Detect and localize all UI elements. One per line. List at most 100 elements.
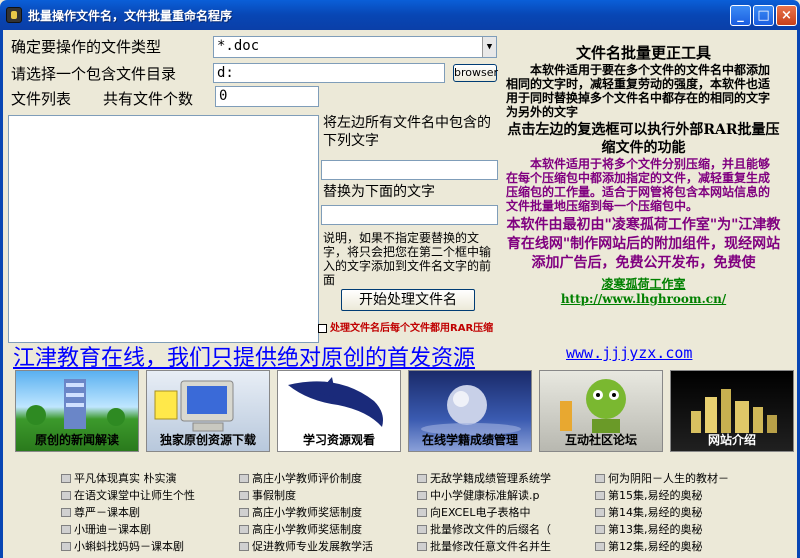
checkbox-box[interactable] xyxy=(318,323,327,333)
document-icon xyxy=(61,508,71,517)
find-text-input[interactable] xyxy=(321,160,498,180)
list-item[interactable]: 小蝌蚪找妈妈－课本剧 xyxy=(61,538,231,555)
list-item[interactable]: 向EXCEL电子表格中 xyxy=(417,504,587,521)
link-text: 第13集,易经的奥秘 xyxy=(608,523,703,536)
document-icon xyxy=(417,525,427,534)
info-paragraph-3: 本软件由最初由"凌寒孤荷工作室"为"江津教育在线网"制作网站后的附加组件，现经网… xyxy=(506,217,781,271)
link-text: 促进教师专业发展教学活 xyxy=(252,540,373,553)
list-item[interactable]: 平凡体现真实 朴实演 xyxy=(61,470,231,487)
link-text: 高庄小学教师奖惩制度 xyxy=(252,523,362,536)
link-column-4: 何为阴阳－人生的教材－ 第15集,易经的奥秘 第14集,易经的奥秘 第13集,易… xyxy=(595,470,765,555)
link-text: 小蝌蚪找妈妈－课本剧 xyxy=(74,540,184,553)
link-text: 中小学健康标准解读.p xyxy=(430,489,540,502)
link-text: 批量修改任意文件名并生 xyxy=(430,540,551,553)
document-icon xyxy=(595,525,605,534)
link-text: 尊严－课本剧 xyxy=(74,506,140,519)
link-text: 事假制度 xyxy=(252,489,296,502)
maximize-button[interactable]: □ xyxy=(753,5,774,26)
link-column-3: 无敌学籍成绩管理系统学 中小学健康标准解读.p 向EXCEL电子表格中 批量修改… xyxy=(417,470,587,555)
info-paragraph-2: 本软件适用于将多个文件分别压缩，并且能够在每个压缩包中都添加指定的文件，减轻重复… xyxy=(506,157,771,213)
studio-url-link[interactable]: http://www.lhghroom.cn/ xyxy=(505,292,782,306)
document-icon xyxy=(595,542,605,551)
document-icon xyxy=(61,525,71,534)
list-item[interactable]: 事假制度 xyxy=(239,487,409,504)
document-icon xyxy=(239,525,249,534)
link-text: 向EXCEL电子表格中 xyxy=(430,506,531,519)
link-text: 批量修改文件的后缀名（ xyxy=(430,523,551,536)
replace-text-input[interactable] xyxy=(321,205,498,225)
window-body: 确定要操作的文件类型 *.doc ▼ 请选择一个包含文件目录 d: browse… xyxy=(0,30,800,558)
list-item[interactable]: 第13集,易经的奥秘 xyxy=(595,521,765,538)
file-list-label: 文件列表 xyxy=(11,90,72,108)
file-count-field[interactable]: 0 xyxy=(215,86,319,107)
info-title: 文件名批量更正工具 xyxy=(575,44,711,62)
minimize-button[interactable]: _ xyxy=(730,5,751,26)
close-button[interactable]: × xyxy=(776,5,797,26)
note-text: 说明，如果不指定要替换的文字，将只会把您在第二个框中输入的文字添加到文件名文字的… xyxy=(323,231,492,287)
nav-learning-label: 学习资源观看 xyxy=(302,433,375,447)
document-icon xyxy=(595,491,605,500)
nav-records-label: 在线学籍成绩管理 xyxy=(421,433,518,447)
site-url-link[interactable]: www.jjjyzx.com xyxy=(566,344,692,362)
rar-checkbox-label: 处理文件名后每个文件都用RAR压缩 xyxy=(330,323,494,334)
document-icon xyxy=(239,508,249,517)
link-text: 高庄小学教师奖惩制度 xyxy=(252,506,362,519)
nav-learning[interactable]: 学习资源观看 xyxy=(277,370,401,452)
document-icon xyxy=(61,491,71,500)
nav-about-label: 网站介绍 xyxy=(707,433,756,447)
file-type-label: 确定要操作的文件类型 xyxy=(11,38,162,56)
list-item[interactable]: 第12集,易经的奥秘 xyxy=(595,538,765,555)
chevron-down-icon[interactable]: ▼ xyxy=(482,37,496,57)
list-item[interactable]: 批量修改文件的后缀名（ xyxy=(417,521,587,538)
link-text: 高庄小学教师评价制度 xyxy=(252,472,362,485)
document-icon xyxy=(595,508,605,517)
list-item[interactable]: 高庄小学教师评价制度 xyxy=(239,470,409,487)
link-text: 第14集,易经的奥秘 xyxy=(608,506,703,519)
document-icon xyxy=(239,474,249,483)
rar-compress-checkbox[interactable]: 处理文件名后每个文件都用RAR压缩 xyxy=(318,319,493,334)
list-item[interactable]: 尊严－课本剧 xyxy=(61,504,231,521)
nav-forum[interactable]: 互动社区论坛 xyxy=(539,370,663,452)
link-column-2: 高庄小学教师评价制度 事假制度 高庄小学教师奖惩制度 高庄小学教师奖惩制度 促进… xyxy=(239,470,409,555)
studio-link[interactable]: 凌寒孤荷工作室 xyxy=(505,275,782,292)
app-icon[interactable] xyxy=(6,7,22,23)
document-icon xyxy=(417,474,427,483)
link-text: 小珊迪－课本剧 xyxy=(74,523,151,536)
list-item[interactable]: 高庄小学教师奖惩制度 xyxy=(239,504,409,521)
list-item[interactable]: 批量修改任意文件名并生 xyxy=(417,538,587,555)
list-item[interactable]: 中小学健康标准解读.p xyxy=(417,487,587,504)
link-text: 何为阴阳－人生的教材－ xyxy=(608,472,729,485)
window-title: 批量操作文件名，文件批量重命名程序 xyxy=(28,9,233,23)
directory-input[interactable]: d: xyxy=(213,63,445,83)
directory-label: 请选择一个包含文件目录 xyxy=(11,65,177,83)
list-item[interactable]: 小珊迪－课本剧 xyxy=(61,521,231,538)
list-item[interactable]: 何为阴阳－人生的教材－ xyxy=(595,470,765,487)
list-item[interactable]: 在语文课堂中让师生个性 xyxy=(61,487,231,504)
title-bar[interactable]: 批量操作文件名，文件批量重命名程序 _ □ × xyxy=(0,0,800,30)
nav-records[interactable]: 在线学籍成绩管理 xyxy=(408,370,532,452)
site-banner-link[interactable]: 江津教育在线，我们只提供绝对原创的首发资源 xyxy=(13,340,475,372)
file-count-value: 0 xyxy=(219,88,228,104)
document-icon xyxy=(239,491,249,500)
nav-news-label: 原创的新闻解读 xyxy=(34,433,119,447)
nav-news[interactable]: 原创的新闻解读 xyxy=(15,370,139,452)
nav-about[interactable]: 网站介绍 xyxy=(670,370,794,452)
document-icon xyxy=(417,491,427,500)
nav-downloads[interactable]: 独家原创资源下载 xyxy=(146,370,270,452)
info-title-2: 点击左边的复选框可以执行外部RAR批量压缩文件的功能 xyxy=(507,122,780,156)
list-item[interactable]: 第14集,易经的奥秘 xyxy=(595,504,765,521)
file-type-combobox[interactable]: *.doc ▼ xyxy=(213,36,497,58)
nav-downloads-label: 独家原创资源下载 xyxy=(159,433,256,447)
link-text: 无敌学籍成绩管理系统学 xyxy=(430,472,551,485)
list-item[interactable]: 促进教师专业发展教学活 xyxy=(239,538,409,555)
link-text: 平凡体现真实 朴实演 xyxy=(74,472,177,485)
file-type-value: *.doc xyxy=(217,38,260,54)
browse-button[interactable]: browser xyxy=(453,64,498,82)
document-icon xyxy=(239,542,249,551)
file-list-box[interactable] xyxy=(8,115,319,343)
list-item[interactable]: 高庄小学教师奖惩制度 xyxy=(239,521,409,538)
list-item[interactable]: 无敌学籍成绩管理系统学 xyxy=(417,470,587,487)
start-button[interactable]: 开始处理文件名 xyxy=(341,289,475,311)
list-item[interactable]: 第15集,易经的奥秘 xyxy=(595,487,765,504)
directory-value: d: xyxy=(217,65,234,81)
